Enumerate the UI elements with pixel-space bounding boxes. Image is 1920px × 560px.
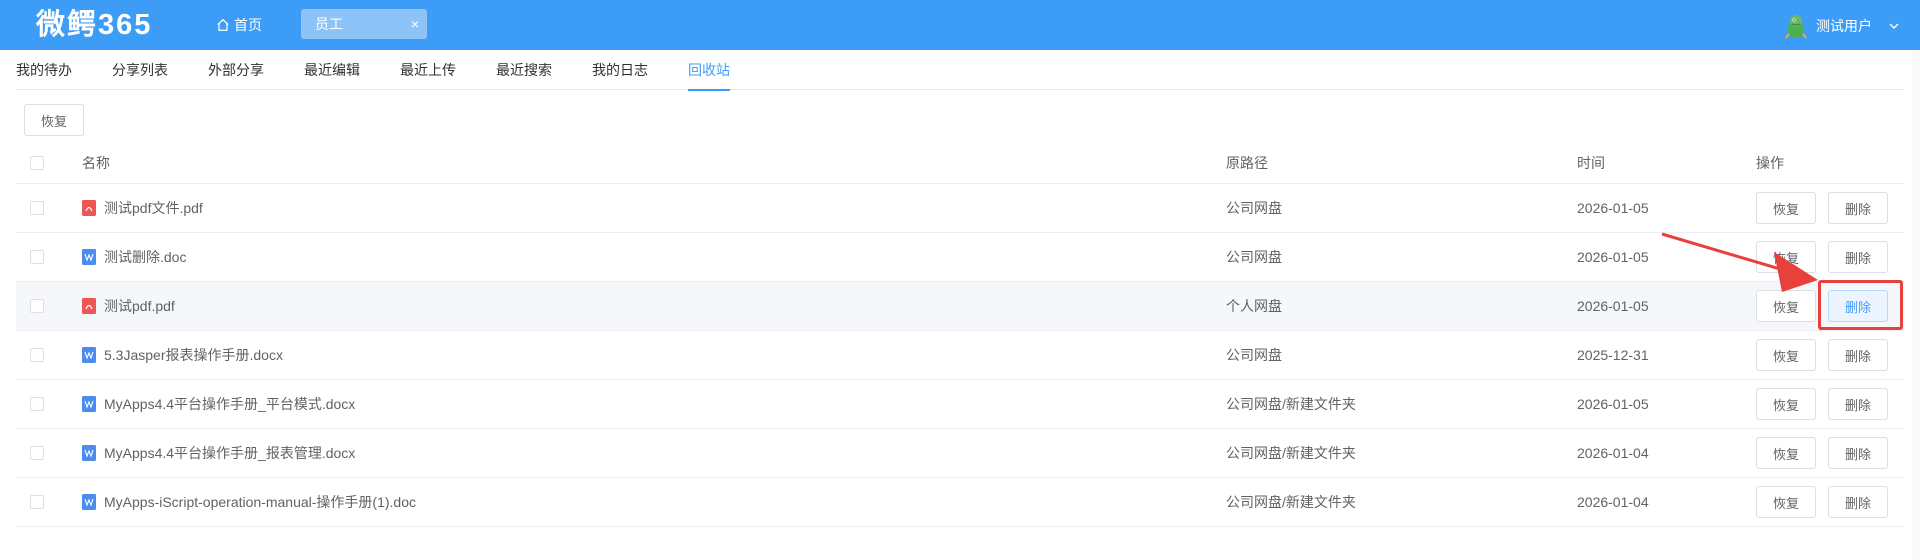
tab-share-list[interactable]: 分享列表 — [112, 50, 168, 90]
home-link[interactable]: 首页 — [216, 14, 262, 36]
file-name[interactable]: MyApps4.4平台操作手册_报表管理.docx — [104, 443, 355, 463]
close-icon[interactable]: × — [411, 16, 419, 32]
row-restore-button[interactable]: 恢复 — [1756, 339, 1816, 371]
row-restore-button[interactable]: 恢复 — [1756, 192, 1816, 224]
tab-employee[interactable]: 员工 × — [301, 9, 427, 39]
row-delete-button[interactable]: 删除 — [1828, 339, 1888, 371]
row-checkbox[interactable] — [30, 250, 44, 264]
top-header: 微鳄365 首页 员工 × 测试用户 — [0, 0, 1920, 50]
deleted-time: 2026-01-05 — [1577, 200, 1649, 216]
word-file-icon — [82, 445, 96, 461]
deleted-time: 2025-12-31 — [1577, 347, 1649, 363]
table-row[interactable]: 5.3Jasper报表操作手册.docx 公司网盘 2025-12-31 恢复 删除 — [16, 331, 1904, 380]
pdf-file-icon — [82, 298, 96, 314]
tab-recent-edit[interactable]: 最近编辑 — [304, 50, 360, 90]
row-restore-button[interactable]: 恢复 — [1756, 486, 1816, 518]
app-logo[interactable]: 微鳄365 — [36, 6, 152, 44]
deleted-time: 2026-01-04 — [1577, 494, 1649, 510]
file-name[interactable]: MyApps-iScript-operation-manual-操作手册(1).… — [104, 492, 416, 512]
deleted-time: 2026-01-04 — [1577, 445, 1649, 461]
tab-recycle-bin[interactable]: 回收站 — [688, 50, 730, 91]
word-file-icon — [82, 396, 96, 412]
original-path: 公司网盘 — [1226, 249, 1282, 265]
row-checkbox[interactable] — [30, 299, 44, 313]
annotation-highlight-box — [1818, 280, 1903, 330]
tab-recent-upload[interactable]: 最近上传 — [400, 50, 456, 90]
row-delete-button[interactable]: 删除 — [1828, 388, 1888, 420]
word-file-icon — [82, 347, 96, 363]
table-row[interactable]: MyApps4.4平台操作手册_报表管理.docx 公司网盘/新建文件夹 2026-… — [16, 429, 1904, 478]
recycle-table: 名称 原路径 时间 操作 测试pdf文件.pdf 公司网盘 2026-01-05 恢复… — [16, 143, 1904, 527]
word-file-icon — [82, 249, 96, 265]
table-header: 名称 原路径 时间 操作 — [16, 143, 1904, 184]
user-name: 测试用户 — [1816, 18, 1872, 34]
file-name[interactable]: 5.3Jasper报表操作手册.docx — [104, 345, 283, 365]
deleted-time: 2026-01-05 — [1577, 298, 1649, 314]
col-time: 时间 — [1577, 155, 1605, 171]
select-all-checkbox[interactable] — [30, 156, 44, 170]
file-name[interactable]: MyApps4.4平台操作手册_平台模式.docx — [104, 394, 355, 414]
row-restore-button[interactable]: 恢复 — [1756, 437, 1816, 469]
original-path: 公司网盘/新建文件夹 — [1226, 445, 1356, 461]
row-delete-button[interactable]: 删除 — [1828, 192, 1888, 224]
original-path: 公司网盘 — [1226, 200, 1282, 216]
word-file-icon — [82, 494, 96, 510]
chevron-down-icon — [1889, 23, 1899, 29]
pdf-file-icon — [82, 200, 96, 216]
table-row[interactable]: MyApps-iScript-operation-manual-操作手册(1).… — [16, 478, 1904, 527]
col-ops: 操作 — [1756, 155, 1784, 171]
home-icon — [217, 18, 229, 31]
original-path: 公司网盘 — [1226, 347, 1282, 363]
tab-external-share[interactable]: 外部分享 — [208, 50, 264, 90]
row-restore-button[interactable]: 恢复 — [1756, 241, 1816, 273]
original-path: 公司网盘/新建文件夹 — [1226, 494, 1356, 510]
user-menu[interactable]: 测试用户 — [1782, 12, 1900, 40]
row-checkbox[interactable] — [30, 397, 44, 411]
row-restore-button[interactable]: 恢复 — [1756, 388, 1816, 420]
row-delete-button[interactable]: 删除 — [1828, 486, 1888, 518]
row-checkbox[interactable] — [30, 201, 44, 215]
tab-my-log[interactable]: 我的日志 — [592, 50, 648, 90]
home-label: 首页 — [234, 17, 262, 33]
deleted-time: 2026-01-05 — [1577, 249, 1649, 265]
file-name[interactable]: 测试pdf.pdf — [104, 296, 175, 316]
tab-employee-label: 员工 — [315, 16, 343, 32]
file-name[interactable]: 测试删除.doc — [104, 247, 186, 267]
avatar — [1785, 15, 1807, 39]
table-row[interactable]: MyApps4.4平台操作手册_平台模式.docx 公司网盘/新建文件夹 2026-… — [16, 380, 1904, 429]
row-checkbox[interactable] — [30, 348, 44, 362]
row-checkbox[interactable] — [30, 495, 44, 509]
scrollbar[interactable] — [1912, 50, 1920, 560]
col-name: 名称 — [82, 155, 110, 171]
table-row[interactable]: 测试pdf文件.pdf 公司网盘 2026-01-05 恢复 删除 — [16, 184, 1904, 233]
row-delete-button[interactable]: 删除 — [1828, 241, 1888, 273]
row-delete-button[interactable]: 删除 — [1828, 437, 1888, 469]
original-path: 个人网盘 — [1226, 298, 1282, 314]
restore-button[interactable]: 恢复 — [24, 104, 84, 136]
row-restore-button[interactable]: 恢复 — [1756, 290, 1816, 322]
table-row[interactable]: 测试删除.doc 公司网盘 2026-01-05 恢复 删除 — [16, 233, 1904, 282]
row-checkbox[interactable] — [30, 446, 44, 460]
table-row[interactable]: 测试pdf.pdf 个人网盘 2026-01-05 恢复 删除 — [16, 282, 1904, 331]
subtab-bar: 我的待办 分享列表 外部分享 最近编辑 最近上传 最近搜索 我的日志 回收站 — [16, 50, 1904, 91]
file-name[interactable]: 测试pdf文件.pdf — [104, 198, 203, 218]
tab-my-todo[interactable]: 我的待办 — [16, 50, 72, 90]
deleted-time: 2026-01-05 — [1577, 396, 1649, 412]
tab-recent-search[interactable]: 最近搜索 — [496, 50, 552, 90]
col-path: 原路径 — [1226, 155, 1268, 171]
original-path: 公司网盘/新建文件夹 — [1226, 396, 1356, 412]
